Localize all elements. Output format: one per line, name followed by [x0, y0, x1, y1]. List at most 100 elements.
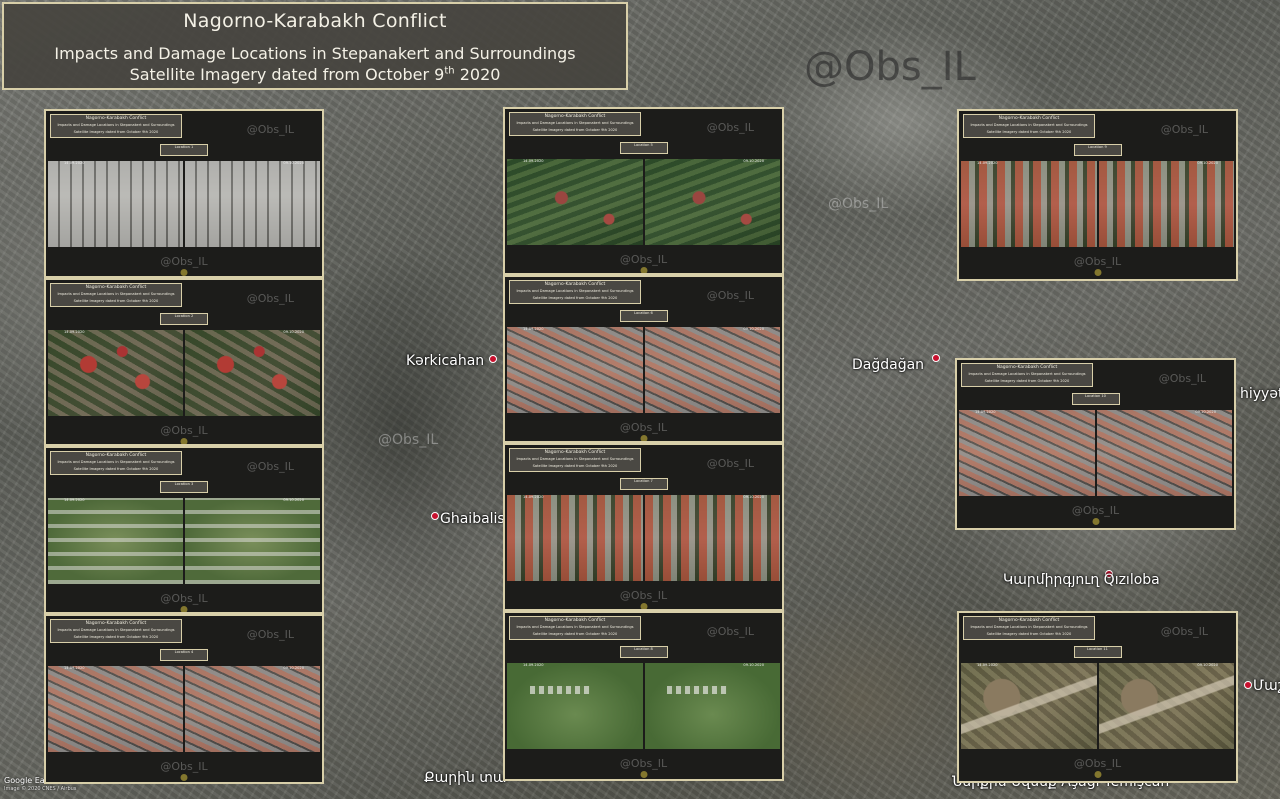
date-after: 09.10.2020 [283, 330, 304, 334]
panel-watermark: @Obs_IL [706, 625, 754, 638]
satellite-image-after[interactable] [644, 159, 780, 245]
date-after: 09.10.2020 [743, 159, 764, 163]
imagery-panel[interactable]: Nagorno-Karabakh Conflict Impacts and Da… [957, 109, 1238, 281]
imagery-panel[interactable]: Nagorno-Karabakh Conflict Impacts and Da… [503, 443, 784, 611]
satellite-image-before[interactable] [507, 327, 643, 413]
satellite-image-before[interactable] [48, 161, 183, 247]
credit-seal-icon [1094, 269, 1101, 276]
satellite-image-before[interactable] [507, 495, 643, 581]
credit-seal-icon [640, 267, 647, 273]
panel-title-box: Nagorno-Karabakh Conflict Impacts and Da… [509, 448, 641, 472]
panel-subtitle: Impacts and Damage Locations in Stepanak… [516, 289, 634, 293]
place-label-ghaibalis[interactable]: Ghaibalis [440, 511, 505, 527]
panel-subtitle: Impacts and Damage Locations in Stepanak… [516, 625, 634, 629]
place-label-qaribi[interactable]: Քարին տա [424, 770, 507, 786]
panel-title-box: Nagorno-Karabakh Conflict Impacts and Da… [509, 616, 641, 640]
panel-watermark: @Obs_IL [619, 589, 668, 602]
imagery-panel[interactable]: Nagorno-Karabakh Conflict Impacts and Da… [44, 446, 324, 614]
satellite-image-before[interactable] [48, 498, 183, 584]
date-before: 14.09.2020 [975, 410, 996, 414]
panel-dates: 14.09.2020 09.10.2020 [46, 497, 322, 503]
imagery-panel[interactable]: Nagorno-Karabakh Conflict Impacts and Da… [44, 109, 324, 278]
panel-watermark: @Obs_IL [1160, 625, 1208, 638]
panel-title: Nagorno-Karabakh Conflict [544, 282, 606, 287]
satellite-image-before[interactable] [48, 666, 183, 752]
before-after-images [961, 161, 1234, 247]
panel-dates: 14.09.2020 09.10.2020 [505, 662, 782, 668]
panel-location-label: Location 8 [619, 646, 668, 658]
before-after-images [507, 159, 780, 245]
date-after: 09.10.2020 [743, 663, 764, 667]
satellite-image-after[interactable] [644, 495, 780, 581]
satellite-image-after[interactable] [644, 663, 780, 749]
panel-date-line: Satellite Imagery dated from October 9th… [73, 298, 159, 303]
satellite-image-after[interactable] [185, 666, 320, 752]
title-box: Nagorno-Karabakh Conflict Impacts and Da… [2, 2, 628, 90]
panel-title: Nagorno-Karabakh Conflict [85, 621, 147, 626]
panel-location-label: Location 2 [160, 313, 208, 325]
satellite-image-after[interactable] [1098, 663, 1234, 749]
place-label-qiziloba[interactable]: Կարմիրգյուղ Qızıloba [1003, 572, 1160, 588]
satellite-image-after[interactable] [185, 498, 320, 584]
before-after-images [507, 663, 780, 749]
panel-title: Nagorno-Karabakh Conflict [85, 116, 147, 121]
place-label-hiyyet[interactable]: hiyyət [1240, 386, 1280, 402]
satellite-image-before[interactable] [961, 161, 1097, 247]
place-pin-icon[interactable] [932, 354, 940, 362]
place-pin-icon[interactable] [431, 512, 439, 520]
panel-title-box: Nagorno-Karabakh Conflict Impacts and Da… [50, 451, 182, 475]
imagery-panel[interactable]: Nagorno-Karabakh Conflict Impacts and Da… [44, 614, 324, 784]
satellite-image-before[interactable] [959, 410, 1095, 496]
panel-title-box: Nagorno-Karabakh Conflict Impacts and Da… [50, 114, 182, 138]
date-line-year: 2020 [454, 65, 501, 84]
satellite-image-after[interactable] [1098, 161, 1234, 247]
panel-subtitle: Impacts and Damage Locations in Stepanak… [970, 123, 1088, 127]
credit-seal-icon [640, 435, 647, 441]
place-label-dagdagan[interactable]: Dağdağan [852, 357, 924, 373]
panel-title: Nagorno-Karabakh Conflict [998, 116, 1060, 121]
place-pin-icon[interactable] [489, 355, 497, 363]
panel-watermark: @Obs_IL [160, 592, 208, 605]
panel-location-label: Location 1 [160, 144, 208, 156]
before-after-images [48, 161, 320, 247]
satellite-image-after[interactable] [644, 327, 780, 413]
imagery-panel[interactable]: Nagorno-Karabakh Conflict Impacts and Da… [503, 107, 784, 275]
imagery-panel[interactable]: Nagorno-Karabakh Conflict Impacts and Da… [955, 358, 1236, 530]
before-after-images [507, 327, 780, 413]
panel-title-box: Nagorno-Karabakh Conflict Impacts and Da… [963, 114, 1095, 138]
panel-date-line: Satellite Imagery dated from October 9th… [73, 466, 159, 471]
panel-watermark: @Obs_IL [246, 460, 294, 473]
map-watermark-small: @Obs_IL [378, 432, 439, 448]
panel-watermark: @Obs_IL [706, 457, 754, 470]
panel-location-label: Location 3 [160, 481, 208, 493]
panel-dates: 14.09.2020 09.10.2020 [46, 665, 322, 671]
map-watermark-small: @Obs_IL [828, 196, 889, 212]
satellite-image-before[interactable] [48, 330, 183, 416]
panel-dates: 14.09.2020 09.10.2020 [505, 158, 782, 164]
panel-date-line: Satellite Imagery dated from October 9th… [984, 378, 1070, 383]
satellite-image-before[interactable] [507, 159, 643, 245]
credit-seal-icon [640, 603, 647, 609]
panel-dates: 14.09.2020 09.10.2020 [957, 409, 1234, 415]
satellite-image-after[interactable] [185, 330, 320, 416]
credit-seal-icon [640, 771, 647, 778]
imagery-panel[interactable]: Nagorno-Karabakh Conflict Impacts and Da… [503, 275, 784, 443]
satellite-image-after[interactable] [185, 161, 320, 247]
credit-seal-icon [180, 438, 188, 444]
place-label-kerkicahan[interactable]: Kərkicahan [406, 353, 484, 369]
imagery-panel[interactable]: Nagorno-Karabakh Conflict Impacts and Da… [44, 278, 324, 446]
panel-watermark: @Obs_IL [160, 255, 208, 268]
satellite-image-before[interactable] [507, 663, 643, 749]
place-label-mashk[interactable]: Մաշ [1253, 678, 1280, 694]
imagery-panel[interactable]: Nagorno-Karabakh Conflict Impacts and Da… [503, 611, 784, 781]
panel-dates: 14.09.2020 09.10.2020 [959, 160, 1236, 166]
imagery-panel[interactable]: Nagorno-Karabakh Conflict Impacts and Da… [957, 611, 1238, 783]
satellite-image-after[interactable] [1096, 410, 1232, 496]
panel-watermark: @Obs_IL [619, 253, 668, 266]
panel-subtitle: Impacts and Damage Locations in Stepanak… [516, 121, 634, 125]
satellite-image-before[interactable] [961, 663, 1097, 749]
panel-location-label: Location 10 [1071, 393, 1120, 405]
place-pin-icon[interactable] [1244, 681, 1252, 689]
credit-seal-icon [180, 269, 188, 276]
date-before: 14.09.2020 [977, 663, 998, 667]
